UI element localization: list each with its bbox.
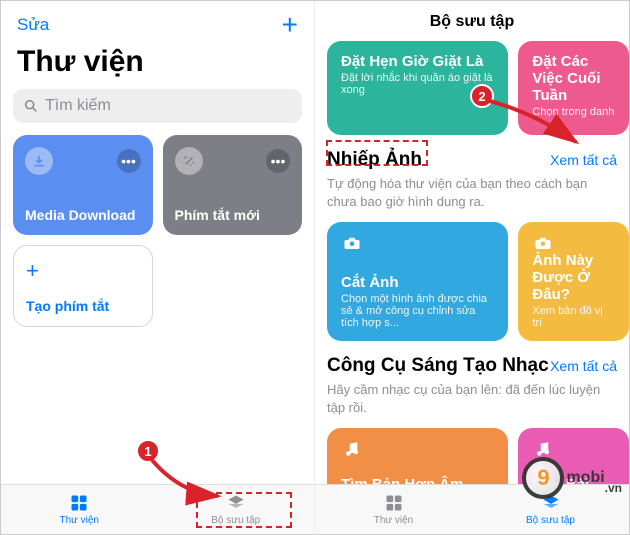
grid-icon (68, 493, 90, 513)
watermark-icon: 9 (522, 457, 564, 499)
shortcut-subtitle: Chọn một hình ảnh được chia sẻ & mở công… (341, 293, 494, 329)
camera-icon (532, 234, 554, 252)
wand-icon (175, 147, 203, 175)
see-all-link[interactable]: Xem tất cả (550, 152, 617, 168)
tab-bar-left: Thư viện Bộ sưu tập (1, 484, 314, 534)
section-desc: Hãy cầm nhạc cụ của bạn lên: đã đến lúc … (315, 381, 629, 416)
layers-icon (225, 493, 247, 513)
tab-label: Thư viện (374, 515, 414, 526)
create-shortcut-label: Tạo phím tắt (26, 298, 140, 314)
edit-button[interactable]: Sửa (17, 15, 49, 35)
watermark-ext: .vn (605, 481, 622, 495)
search-icon (23, 98, 39, 114)
shortcut-subtitle: Chọn trong danh (532, 106, 615, 118)
shortcut-weekend-tasks[interactable]: Đặt Các Việc Cuối Tuần Chọn trong danh (518, 41, 629, 135)
screen-library: Sửa + Thư viện Tìm kiếm ••• Media Downlo… (1, 1, 315, 534)
shortcut-title: Đặt Hẹn Giờ Giặt Là (341, 53, 494, 70)
shortcut-photo-location[interactable]: Ảnh Này Được Ở Đâu? Xem bản đồ vị trí (518, 222, 629, 341)
shortcut-subtitle: Xem bản đồ vị trí (532, 305, 615, 329)
plus-icon: + (26, 258, 140, 284)
more-icon[interactable]: ••• (117, 149, 141, 173)
shortcut-title: Đặt Các Việc Cuối Tuần (532, 53, 615, 104)
shortcut-subtitle: Đặt lời nhắc khi quần áo giặt là xong (341, 72, 494, 96)
more-icon[interactable]: ••• (266, 149, 290, 173)
grid-icon (383, 493, 405, 513)
tab-label: Bộ sưu tập (211, 515, 260, 526)
tab-label: Thư viện (60, 515, 100, 526)
page-title: Thư viện (1, 41, 314, 89)
tab-library[interactable]: Thư viện (1, 485, 158, 534)
music-icon (532, 440, 554, 458)
search-input[interactable]: Tìm kiếm (13, 89, 302, 123)
gallery-header: Bộ sưu tập (315, 1, 629, 41)
card-label: Phím tắt mới (175, 207, 291, 223)
card-label: Media Download (25, 207, 141, 223)
section-desc: Tự động hóa thư viện của bạn theo cách b… (315, 175, 629, 210)
shortcut-laundry-timer[interactable]: Đặt Hẹn Giờ Giặt Là Đặt lời nhắc khi quầ… (327, 41, 508, 135)
watermark-text: mobi (566, 469, 604, 487)
create-shortcut-button[interactable]: + Tạo phím tắt (13, 245, 153, 327)
tab-label: Bộ sưu tập (526, 515, 575, 526)
shortcut-title: Cắt Ảnh (341, 274, 494, 291)
watermark: 9 mobi .vn (522, 457, 622, 499)
tab-library[interactable]: Thư viện (315, 485, 472, 534)
camera-icon (341, 234, 363, 252)
see-all-link[interactable]: Xem tất cả (550, 358, 617, 374)
tab-gallery[interactable]: Bộ sưu tập (158, 485, 315, 534)
add-button[interactable]: + (282, 9, 298, 41)
card-media-download[interactable]: ••• Media Download (13, 135, 153, 235)
section-title-music: Công Cụ Sáng Tạo Nhạc (327, 355, 549, 377)
card-new-shortcut[interactable]: ••• Phím tắt mới (163, 135, 303, 235)
search-placeholder: Tìm kiếm (45, 97, 111, 115)
screen-gallery: Bộ sưu tập Đặt Hẹn Giờ Giặt Là Đặt lời n… (315, 1, 629, 534)
shortcut-crop-photo[interactable]: Cắt Ảnh Chọn một hình ảnh được chia sẻ &… (327, 222, 508, 341)
shortcut-title: Ảnh Này Được Ở Đâu? (532, 252, 615, 303)
music-icon (341, 440, 363, 458)
section-title-photography: Nhiếp Ảnh (327, 149, 422, 171)
download-icon (25, 147, 53, 175)
